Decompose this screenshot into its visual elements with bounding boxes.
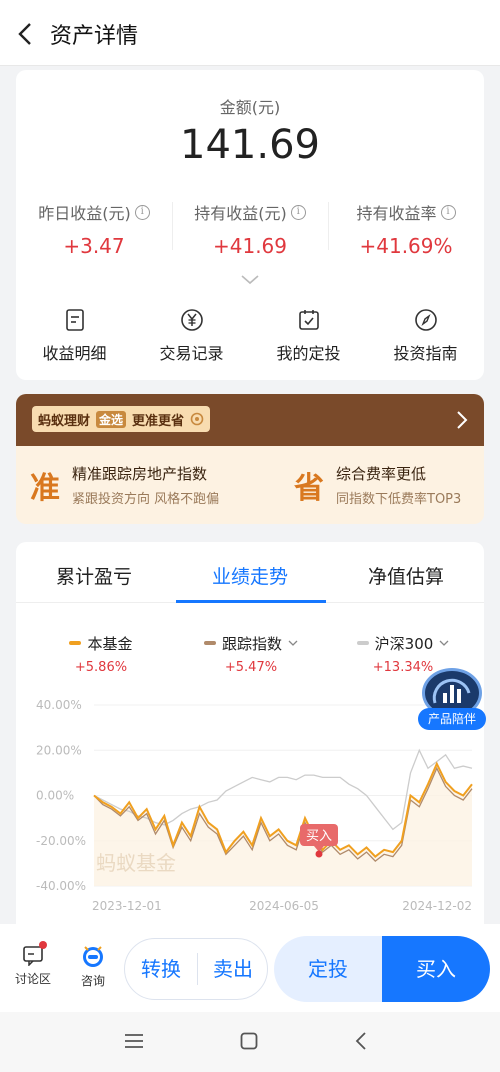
page-title: 资产详情 [50,24,139,49]
consult-label: 咨询 [80,974,105,988]
asset-summary-card: 金额(元) 141.69 昨日收益(元) i +3.47 持有收益(元) i +41… [16,70,484,380]
promo-feature-fee: 省 综合费率更低 同指数下低费率TOP3 [294,460,461,510]
promo-badge: 蚂蚁理财 金选 更准更省 [32,406,211,432]
system-nav-bar [0,1012,500,1072]
y-tick-label: -20.00% [36,834,86,848]
top-bar: 资产详情 [0,0,500,66]
feature-title: 精准跟踪房地产指数 [72,465,208,483]
stat-value: +41.69 [212,234,287,258]
stat-label: 昨日收益(元) [38,204,131,223]
promo-slogan: 更准更省 [132,413,185,429]
stat-holding-return-rate: 持有收益率 i +41.69% [328,200,484,258]
precise-glyph-icon: 准 [30,471,60,506]
menu-icon[interactable] [124,1032,144,1050]
quick-action-earnings-detail[interactable]: 收益明细 [16,308,133,364]
info-icon[interactable]: i [134,204,150,220]
switch-button[interactable]: 转换 [125,939,197,999]
sell-button[interactable]: 卖出 [197,939,269,999]
quick-action-label: 投资指南 [393,344,458,363]
discussion-button[interactable]: 讨论区 [8,941,58,987]
y-tick-label: 40.00% [36,698,82,712]
stat-label: 持有收益(元) [194,204,287,223]
quick-action-label: 交易记录 [159,344,224,363]
y-tick-label: 0.00% [36,789,74,803]
stat-holding-earnings: 持有收益(元) i +41.69 [172,200,328,258]
amount-value: 141.69 [180,122,320,168]
quick-action-transactions[interactable]: 交易记录 [133,308,250,364]
amount-label: 金额(元) [219,98,281,117]
discussion-label: 讨论区 [14,972,51,986]
auto-invest-button[interactable]: 定投 [274,936,382,1002]
feature-subtitle: 同指数下低费率TOP3 [336,492,462,507]
feature-subtitle: 紧跟投资方向 风格不跑偏 [72,492,220,507]
x-tick-label: 2024-12-02 [402,899,472,913]
y-tick-label: -40.00% [36,879,86,893]
promo-gold-tag: 金选 [96,410,127,428]
bottom-action-bar: 讨论区 咨询 转换 卖出 定投 买入 [0,924,500,1012]
promo-feature-tracking: 准 精准跟踪房地产指数 紧跟投资方向 风格不跑偏 [30,460,219,510]
promo-banner[interactable]: 蚂蚁理财 金选 更准更省 准 精准跟踪房地产指数 紧跟投资方向 风格不跑偏 省 … [16,394,484,524]
yen-icon [180,309,203,331]
quick-action-label: 我的定投 [276,344,341,363]
consult-button[interactable]: 咨询 [68,944,118,989]
compass-icon [414,309,437,331]
companion-label: 产品陪伴 [418,708,486,730]
x-tick-label: 2023-12-01 [92,899,162,913]
stat-label: 持有收益率 [356,204,437,223]
quick-action-label: 收益明细 [42,344,107,363]
quick-action-auto-invest[interactable]: 我的定投 [250,308,367,364]
info-icon[interactable]: i [440,204,456,220]
performance-line-chart[interactable]: 40.00% 20.00% 0.00% -20.00% -40.00% 2023-12-… [16,542,484,942]
home-icon[interactable] [240,1032,258,1050]
buy-button[interactable]: 买入 [382,936,490,1002]
expand-chevron-icon[interactable] [240,274,260,286]
promo-header: 蚂蚁理财 金选 更准更省 [16,394,484,446]
back-arrow-icon[interactable] [14,20,38,48]
product-companion-button[interactable]: 产品陪伴 [418,668,486,730]
x-tick-label: 2024-06-05 [249,899,319,913]
buy-marker-label: 买入 [306,829,332,844]
stat-yesterday-earnings: 昨日收益(元) i +3.47 [16,200,172,258]
info-icon[interactable]: i [290,204,306,220]
stat-value: +41.69% [359,234,453,258]
notification-dot [39,941,47,949]
quick-action-investment-guide[interactable]: 投资指南 [367,308,484,364]
calendar-check-icon [298,310,319,330]
stat-value: +3.47 [63,234,125,258]
feature-title: 综合费率更低 [336,465,427,483]
save-glyph-icon: 省 [294,471,324,506]
promo-brand: 蚂蚁理财 [38,413,91,429]
target-icon [190,412,204,426]
nav-back-icon[interactable] [354,1032,368,1050]
switch-sell-group: 转换 卖出 [124,938,268,1000]
y-tick-label: 20.00% [36,743,82,757]
chevron-right-icon[interactable] [456,410,468,430]
performance-card: 累计盈亏 业绩走势 净值估算 本基金 +5.86% 跟踪指数 +5.47% 沪深… [16,542,484,942]
chart-watermark: 蚂蚁基金 [96,851,176,875]
document-icon [65,309,84,331]
assistant-robot-icon [83,946,103,967]
